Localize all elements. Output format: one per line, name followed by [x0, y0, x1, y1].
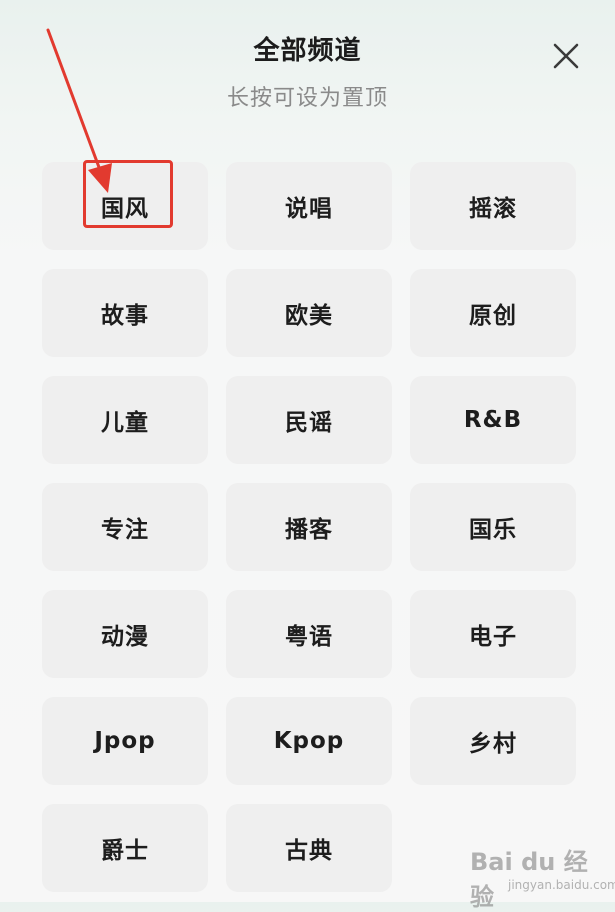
- channel-chip-jpop[interactable]: Jpop: [42, 697, 208, 785]
- channel-label: R&B: [463, 407, 523, 433]
- baidu-watermark: Bai du 经验 jingyan.baidu.com: [470, 838, 615, 911]
- channel-label: 乡村: [469, 731, 517, 757]
- channel-label: 电子: [469, 624, 517, 650]
- channel-label: Kpop: [273, 728, 345, 754]
- channel-label: 国乐: [469, 517, 517, 543]
- channel-label: Jpop: [94, 728, 156, 754]
- channel-label: 专注: [101, 517, 149, 543]
- channel-label: 民谣: [285, 410, 333, 436]
- channel-chip-yueyu[interactable]: 粤语: [226, 590, 392, 678]
- channel-chip-xiangcun[interactable]: 乡村: [410, 697, 576, 785]
- channel-label: 动漫: [101, 624, 149, 650]
- channel-chip-ertong[interactable]: 儿童: [42, 376, 208, 464]
- channel-chip-jueshi[interactable]: 爵士: [42, 804, 208, 892]
- channel-label: 爵士: [101, 838, 149, 864]
- channel-chip-guoyue[interactable]: 国乐: [410, 483, 576, 571]
- channel-chip-dongman[interactable]: 动漫: [42, 590, 208, 678]
- channel-chip-gudian[interactable]: 古典: [226, 804, 392, 892]
- channel-chip-boke[interactable]: 播客: [226, 483, 392, 571]
- channel-label: 播客: [285, 517, 333, 543]
- channel-label: 古典: [285, 838, 333, 864]
- channel-chip-kpop[interactable]: Kpop: [226, 697, 392, 785]
- channel-label: 儿童: [101, 410, 149, 436]
- arrow-icon: [46, 28, 112, 193]
- channel-label: 粤语: [285, 624, 333, 650]
- channel-label: 欧美: [285, 303, 333, 329]
- channel-chip-zhuanzhu[interactable]: 专注: [42, 483, 208, 571]
- channel-label: 故事: [101, 303, 149, 329]
- channel-label: 原创: [469, 303, 517, 329]
- channel-chip-minyao[interactable]: 民谣: [226, 376, 392, 464]
- channel-chip-dianzi[interactable]: 电子: [410, 590, 576, 678]
- channel-chip-rnb[interactable]: R&B: [410, 376, 576, 464]
- watermark-url: jingyan.baidu.com: [508, 878, 615, 892]
